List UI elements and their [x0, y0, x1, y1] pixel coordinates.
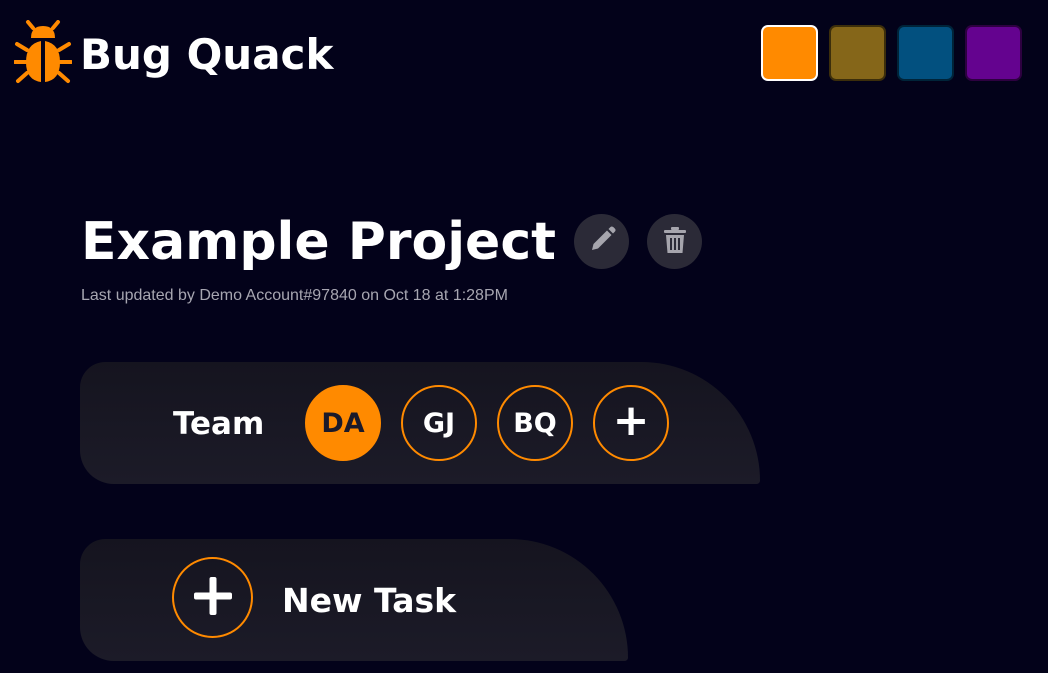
last-updated-text: Last updated by Demo Account#97840 on Oc…	[81, 287, 508, 304]
team-label: Team	[173, 406, 265, 442]
new-task-button[interactable]	[172, 557, 253, 638]
plus-icon: +	[612, 395, 650, 446]
new-task-label[interactable]: New Task	[282, 581, 456, 620]
team-panel: Team DA GJ BQ +	[80, 362, 760, 484]
swatch-purple[interactable]	[965, 25, 1022, 81]
avatar-gj[interactable]: GJ	[401, 385, 477, 461]
avatar-initials: GJ	[422, 407, 456, 439]
swatch-orange[interactable]	[761, 25, 818, 81]
team-avatars: DA GJ BQ +	[305, 385, 669, 461]
app-root: Bug Quack Example Project Last updated b…	[0, 0, 1048, 673]
avatar-initials: DA	[321, 407, 365, 439]
swatch-gold[interactable]	[829, 25, 886, 81]
delete-project-button[interactable]	[647, 214, 703, 269]
avatar-bq[interactable]: BQ	[497, 385, 573, 461]
brand[interactable]: Bug Quack	[13, 20, 334, 90]
new-task-panel: New Task	[80, 539, 628, 661]
page-title: Example Project	[81, 211, 557, 272]
theme-swatches	[761, 25, 1022, 81]
app-name: Bug Quack	[80, 30, 334, 79]
plus-icon	[190, 573, 236, 623]
edit-project-button[interactable]	[574, 214, 630, 269]
project-header: Example Project	[81, 211, 703, 272]
swatch-blue[interactable]	[897, 25, 954, 81]
avatar-initials: BQ	[513, 407, 557, 439]
trash-icon	[660, 225, 690, 259]
avatar-da[interactable]: DA	[305, 385, 381, 461]
pencil-icon	[587, 225, 617, 259]
bug-icon	[13, 20, 73, 90]
add-member-button[interactable]: +	[593, 385, 669, 461]
